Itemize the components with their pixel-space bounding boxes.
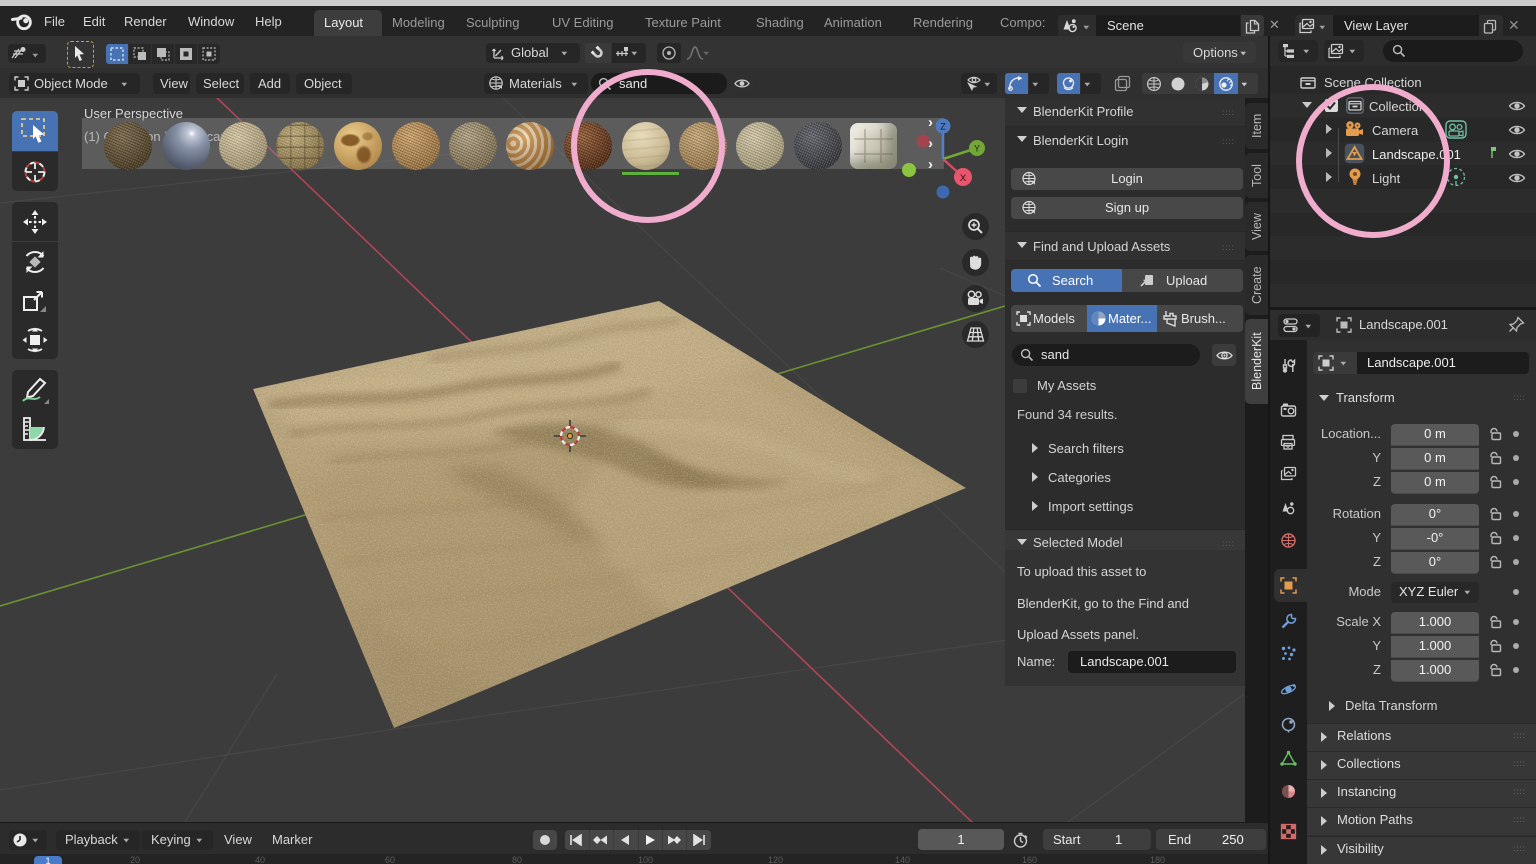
svg-text:Y: Y [974, 144, 980, 154]
svg-text:Z: Z [940, 122, 946, 132]
svg-text:X: X [960, 173, 967, 184]
